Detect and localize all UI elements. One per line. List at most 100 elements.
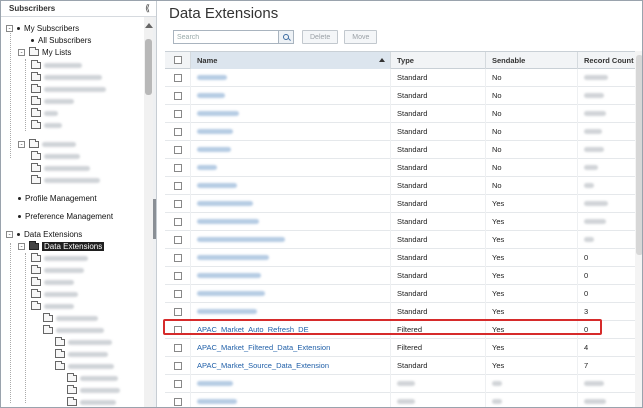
row-checkbox[interactable] (173, 91, 182, 100)
collapse-panel-icon[interactable]: ⟪ (145, 3, 150, 14)
redacted-link[interactable] (197, 399, 237, 404)
redacted-link[interactable] (197, 273, 261, 278)
column-header-record-count[interactable]: Record Count (578, 52, 642, 69)
collapse-icon[interactable]: - (18, 49, 25, 56)
redacted-link[interactable] (197, 93, 225, 98)
tree-item-data-extensions-root[interactable]: - Data Extensions (6, 229, 82, 240)
collapse-icon[interactable]: - (6, 231, 13, 238)
collapse-icon[interactable]: - (6, 25, 13, 32)
redacted-link[interactable] (197, 255, 269, 260)
splitter-grip[interactable] (153, 199, 156, 239)
data-extension-link[interactable]: APAC_Market_Filtered_Data_Extension (197, 343, 330, 352)
table-row[interactable]: Standard Yes (165, 212, 642, 231)
redacted-link[interactable] (197, 237, 285, 242)
table-row[interactable]: APAC_Market_Source_Data_Extension Standar… (165, 356, 642, 375)
row-checkbox[interactable] (173, 145, 182, 154)
table-row[interactable]: APAC_Market_Filtered_Data_Extension Filte… (165, 338, 642, 357)
delete-button[interactable]: Delete (302, 30, 339, 44)
table-row[interactable]: Standard Yes 0 (165, 266, 642, 285)
list-item[interactable] (55, 337, 112, 348)
list-item[interactable] (31, 120, 62, 131)
list-item[interactable] (31, 96, 74, 107)
redacted-link[interactable] (197, 183, 237, 188)
table-row[interactable] (165, 392, 642, 407)
list-item[interactable] (55, 349, 108, 360)
list-item[interactable] (31, 72, 102, 83)
row-checkbox[interactable] (173, 127, 182, 136)
list-item[interactable] (31, 163, 90, 174)
list-item[interactable] (31, 84, 106, 95)
table-row[interactable]: Standard Yes 0 (165, 284, 642, 303)
redacted-link[interactable] (197, 381, 233, 386)
list-item[interactable] (31, 253, 88, 264)
list-item[interactable] (67, 397, 116, 407)
row-checkbox[interactable] (173, 307, 182, 316)
redacted-link[interactable] (197, 129, 233, 134)
list-item[interactable] (67, 373, 118, 384)
list-item[interactable] (31, 151, 80, 162)
column-header-name[interactable]: Name (191, 52, 391, 69)
row-checkbox[interactable] (173, 271, 182, 280)
row-checkbox[interactable] (173, 73, 182, 82)
list-item[interactable]: - (18, 139, 76, 150)
table-row[interactable]: Standard No (165, 176, 642, 195)
row-checkbox[interactable] (173, 181, 182, 190)
row-checkbox[interactable] (173, 361, 182, 370)
scroll-up-icon[interactable] (145, 23, 153, 28)
redacted-link[interactable] (197, 165, 217, 170)
tree-item-profile-management[interactable]: Profile Management (18, 193, 97, 204)
grid-scrollbar[interactable] (635, 51, 642, 407)
select-all-checkbox[interactable] (173, 56, 182, 64)
list-item[interactable] (43, 325, 104, 336)
table-row[interactable] (165, 374, 642, 393)
column-header-sendable[interactable]: Sendable (486, 52, 578, 69)
redacted-link[interactable] (197, 291, 265, 296)
redacted-link[interactable] (197, 219, 259, 224)
row-checkbox[interactable] (173, 199, 182, 208)
row-checkbox[interactable] (173, 253, 182, 262)
tree-item-my-subscribers[interactable]: - My Subscribers (6, 23, 79, 34)
tree-scrollbar[interactable] (144, 17, 153, 407)
row-checkbox[interactable] (173, 217, 182, 226)
redacted-link[interactable] (197, 309, 257, 314)
redacted-link[interactable] (197, 75, 227, 80)
tree-item-all-subscribers[interactable]: All Subscribers (31, 35, 91, 46)
column-header-type[interactable]: Type (391, 52, 486, 69)
collapse-icon[interactable]: - (18, 243, 25, 250)
list-item[interactable] (43, 313, 98, 324)
table-row[interactable]: Standard No (165, 68, 642, 87)
list-item[interactable] (31, 289, 78, 300)
collapse-icon[interactable]: - (18, 141, 25, 148)
table-row[interactable]: Standard Yes 3 (165, 302, 642, 321)
list-item[interactable] (31, 301, 74, 312)
move-button[interactable]: Move (344, 30, 378, 44)
table-row[interactable]: APAC_Market_Auto_Refresh_DE Filtered Yes 0 (165, 320, 642, 339)
redacted-link[interactable] (197, 147, 231, 152)
table-row[interactable]: Standard No (165, 104, 642, 123)
row-checkbox[interactable] (173, 289, 182, 298)
table-row[interactable]: Standard No (165, 86, 642, 105)
scrollbar-thumb[interactable] (145, 39, 152, 95)
row-checkbox[interactable] (173, 109, 182, 118)
row-checkbox[interactable] (173, 325, 182, 334)
tree-item-preference-management[interactable]: Preference Management (18, 211, 113, 222)
scrollbar-thumb[interactable] (636, 55, 642, 255)
tree-item-my-lists[interactable]: - My Lists (18, 47, 71, 58)
list-item[interactable] (31, 60, 82, 71)
data-extension-link[interactable]: APAC_Market_Source_Data_Extension (197, 361, 329, 370)
table-row[interactable]: Standard No (165, 122, 642, 141)
list-item[interactable] (55, 361, 114, 372)
data-extension-link[interactable]: APAC_Market_Auto_Refresh_DE (197, 325, 309, 334)
row-checkbox[interactable] (173, 235, 182, 244)
redacted-link[interactable] (197, 201, 253, 206)
row-checkbox[interactable] (173, 397, 182, 406)
row-checkbox[interactable] (173, 343, 182, 352)
redacted-link[interactable] (197, 111, 239, 116)
search-button[interactable] (279, 30, 294, 44)
table-row[interactable]: Standard No (165, 140, 642, 159)
row-checkbox[interactable] (173, 163, 182, 172)
list-item[interactable] (31, 108, 58, 119)
list-item[interactable] (31, 265, 84, 276)
list-item[interactable] (31, 277, 74, 288)
row-checkbox[interactable] (173, 379, 182, 388)
